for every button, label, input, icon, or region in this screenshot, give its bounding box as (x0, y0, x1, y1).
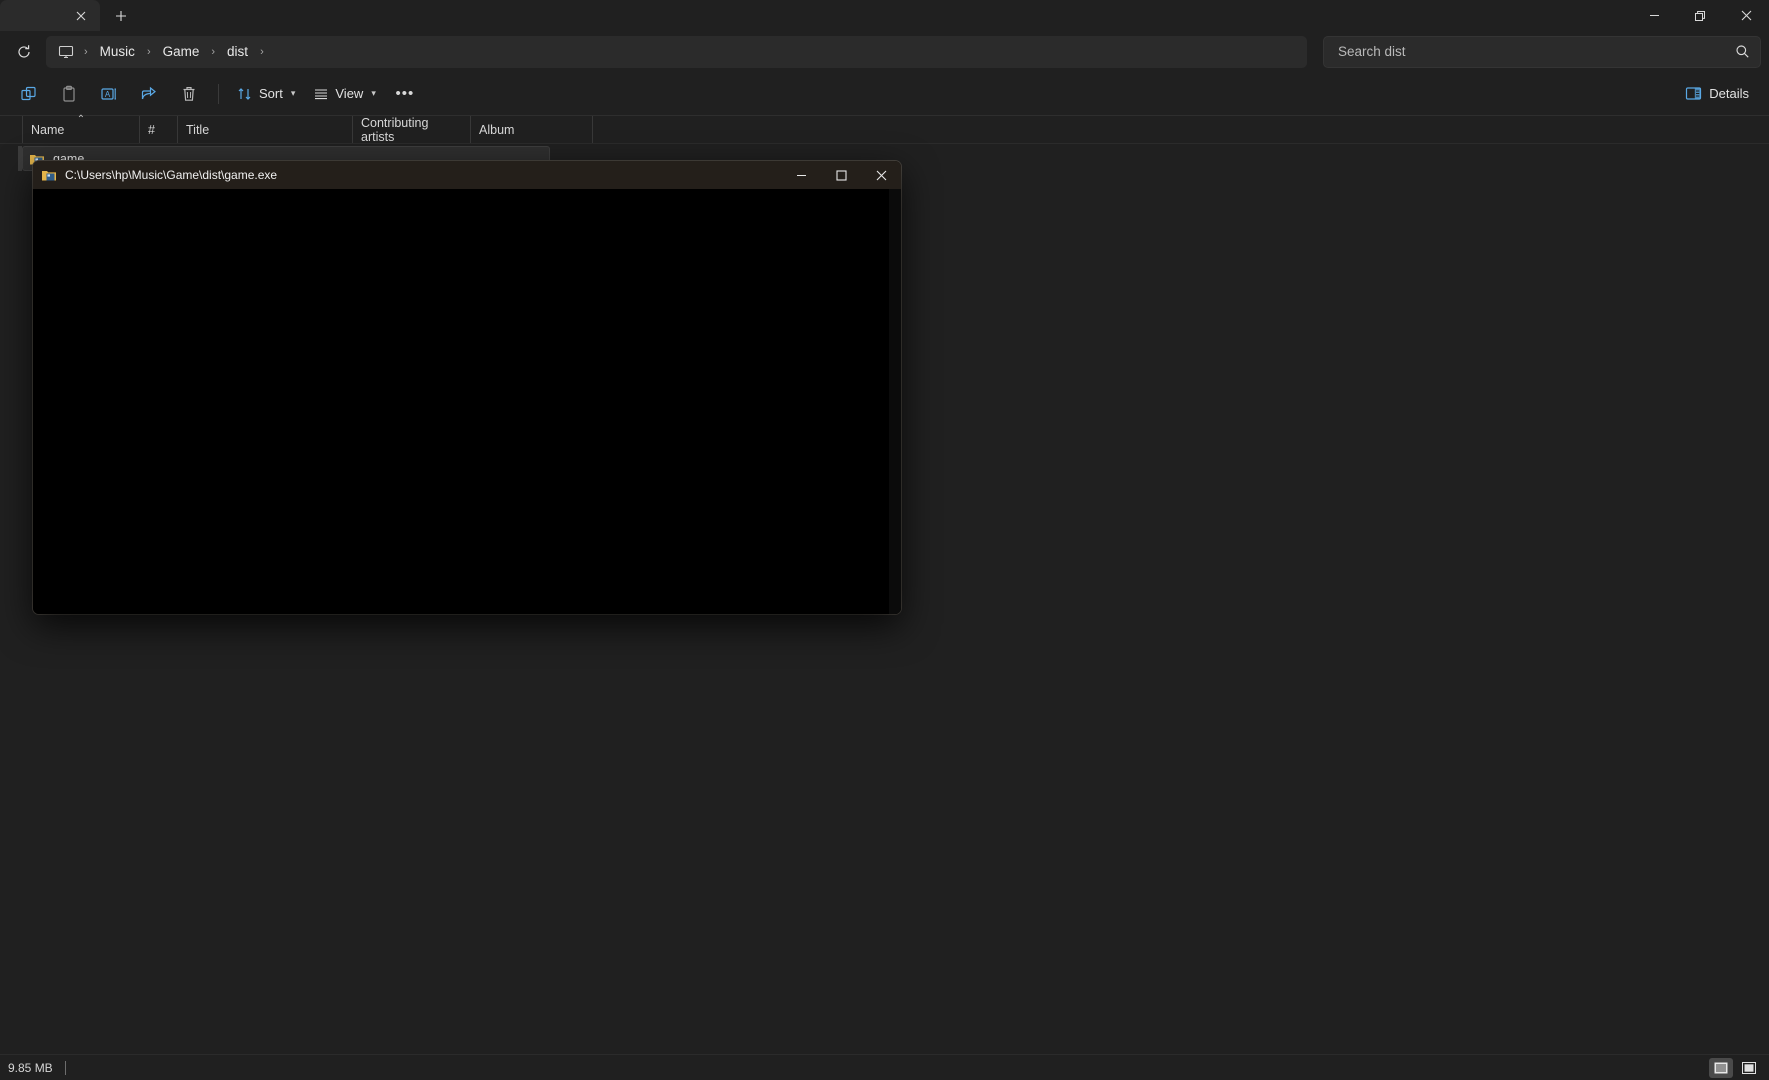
close-icon[interactable] (1723, 0, 1769, 31)
app-window-icon (41, 167, 57, 183)
sort-label: Sort (259, 86, 283, 101)
column-label: Album (479, 122, 515, 137)
tab-dist[interactable] (0, 0, 100, 31)
large-icons-view-icon[interactable] (1737, 1058, 1761, 1078)
view-toggle-group (1709, 1057, 1761, 1078)
chevron-down-icon: ▾ (371, 88, 376, 98)
tab-strip (0, 0, 1769, 31)
console-window[interactable]: C:\Users\hp\Music\Game\dist\game.exe (33, 161, 901, 614)
more-options-button[interactable]: ••• (386, 78, 424, 110)
ellipsis-icon: ••• (395, 85, 415, 102)
view-label: View (335, 86, 364, 101)
rename-button[interactable]: A (90, 78, 128, 110)
column-header-album[interactable]: Album (471, 116, 593, 143)
sort-button[interactable]: Sort ▾ (229, 78, 303, 110)
this-pc-icon[interactable] (52, 39, 80, 65)
search-icon[interactable] (1735, 44, 1750, 59)
paste-button[interactable] (50, 78, 88, 110)
share-button[interactable] (130, 78, 168, 110)
column-label: # (148, 122, 155, 137)
details-view-icon[interactable] (1709, 1057, 1733, 1078)
chevron-down-icon: ▾ (290, 88, 296, 98)
status-size: 9.85 MB (8, 1060, 53, 1075)
breadcrumb-separator: › (84, 45, 88, 58)
minimize-icon[interactable] (1631, 0, 1677, 31)
command-bar-divider (218, 83, 219, 104)
breadcrumb-separator-trailing[interactable]: › (258, 46, 266, 58)
view-button[interactable]: View ▾ (305, 78, 383, 110)
address-bar-row: › Music › Game › dist › (0, 31, 1769, 72)
details-pane-button[interactable]: Details (1675, 78, 1759, 110)
status-bar: 9.85 MB (0, 1054, 1769, 1080)
svg-text:A: A (105, 89, 111, 98)
console-content[interactable] (33, 189, 901, 614)
breadcrumb-separator: › (146, 45, 151, 58)
breadcrumb-item-music[interactable]: Music (92, 41, 143, 62)
breadcrumb-item-dist[interactable]: dist (219, 41, 256, 62)
column-label: Contributing artists (361, 115, 429, 144)
search-input[interactable] (1338, 44, 1735, 59)
console-scrollbar[interactable] (889, 189, 901, 614)
tab-close-icon[interactable] (70, 5, 92, 27)
copy-button[interactable] (10, 78, 48, 110)
console-window-controls (781, 161, 901, 189)
column-label: Title (186, 122, 210, 137)
close-icon[interactable] (861, 161, 901, 189)
window-controls (1631, 0, 1769, 31)
column-header-name[interactable]: ⌃ Name (22, 114, 140, 143)
breadcrumb[interactable]: › Music › Game › dist › (46, 35, 1307, 68)
console-title: C:\Users\hp\Music\Game\dist\game.exe (65, 168, 278, 182)
new-tab-button[interactable] (106, 2, 136, 30)
refresh-icon[interactable] (8, 36, 40, 68)
column-header-contributing-artists[interactable]: Contributing artists (353, 115, 471, 144)
restore-icon[interactable] (1677, 0, 1723, 31)
breadcrumb-item-game[interactable]: Game (155, 41, 208, 62)
column-label: Name (31, 122, 65, 137)
column-header-title[interactable]: Title (178, 116, 353, 143)
minimize-icon[interactable] (781, 161, 821, 189)
console-title-bar[interactable]: C:\Users\hp\Music\Game\dist\game.exe (33, 161, 901, 189)
search-box[interactable] (1323, 35, 1761, 68)
command-bar: A Sort ▾ View ▾ ••• Details (0, 72, 1769, 116)
sort-ascending-icon: ⌃ (76, 114, 86, 125)
details-label: Details (1709, 86, 1749, 101)
delete-button[interactable] (170, 78, 208, 110)
breadcrumb-separator: › (211, 45, 216, 58)
column-headers: ⌃ Name # Title Contributing artists Albu… (0, 114, 1769, 144)
maximize-icon[interactable] (821, 161, 861, 189)
column-header-number[interactable]: # (140, 116, 178, 143)
status-divider (64, 1060, 66, 1075)
